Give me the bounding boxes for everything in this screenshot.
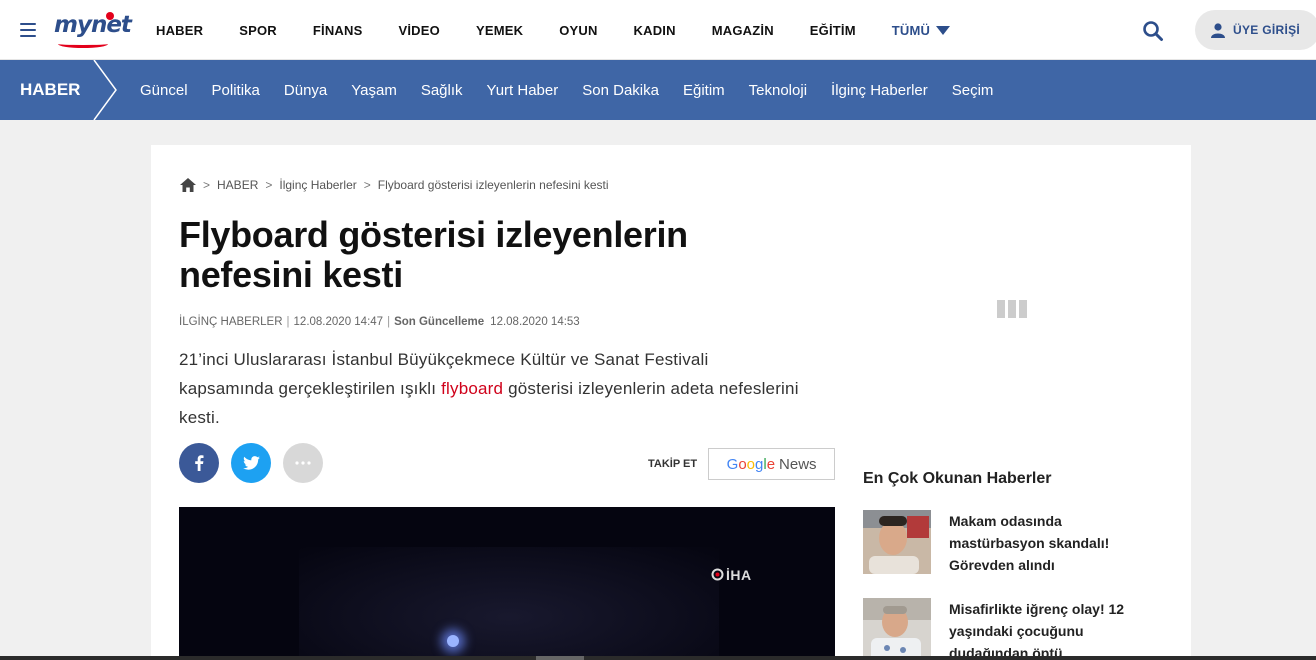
article-category[interactable]: İLGİNÇ HABERLER bbox=[179, 316, 283, 328]
section-links: Güncel Politika Dünya Yaşam Sağlık Yurt … bbox=[128, 60, 1005, 120]
twitter-icon bbox=[242, 456, 260, 470]
summary-keyword-link[interactable]: flyboard bbox=[441, 379, 503, 398]
facebook-share-button[interactable] bbox=[179, 443, 219, 483]
most-read-title: Misafirlikte iğrenç olay! 12 yaşındaki ç… bbox=[949, 601, 1125, 660]
meta-divider: | bbox=[286, 316, 290, 328]
breadcrumb-separator: > bbox=[203, 178, 211, 192]
section-chevron-icon bbox=[93, 60, 117, 120]
loader-bar bbox=[1008, 300, 1016, 318]
topnav-more-button[interactable]: TÜMÜ bbox=[891, 22, 951, 38]
follow-box: TAKİP ET Google News bbox=[648, 448, 836, 480]
most-read-panel: En Çok Okunan Haberler Makam odasında ma… bbox=[863, 470, 1173, 660]
search-icon[interactable] bbox=[1142, 20, 1164, 42]
iha-watermark: İHA bbox=[711, 567, 752, 583]
section-link-yasam[interactable]: Yaşam bbox=[351, 82, 397, 99]
updated-label: Son Güncelleme bbox=[394, 316, 485, 328]
google-news-label: News bbox=[779, 455, 817, 473]
article-title-line2: nefesini kesti bbox=[179, 254, 403, 295]
article-title: Flyboard gösterisi izleyenlerin nefesini… bbox=[179, 215, 779, 295]
top-bar: mynet HABER SPOR FİNANS VİDEO YEMEK OYUN… bbox=[0, 0, 1316, 60]
video-player[interactable]: İHA bbox=[179, 507, 835, 660]
section-link-ilginc-haberler[interactable]: İlginç Haberler bbox=[831, 82, 928, 99]
loader-bar bbox=[997, 300, 1005, 318]
home-icon[interactable] bbox=[180, 178, 196, 192]
most-read-title: Makam odasında mastürbasyon skandalı! Gö… bbox=[949, 513, 1110, 573]
most-read-item[interactable]: Makam odasında mastürbasyon skandalı! Gö… bbox=[863, 510, 1173, 576]
ad-loading-indicator bbox=[997, 300, 1030, 318]
more-dots-icon bbox=[295, 461, 311, 465]
section-link-son-dakika[interactable]: Son Dakika bbox=[582, 82, 659, 99]
section-link-guncel[interactable]: Güncel bbox=[140, 82, 188, 99]
topnav-item-oyun[interactable]: OYUN bbox=[559, 23, 597, 38]
topnav-item-spor[interactable]: SPOR bbox=[239, 23, 277, 38]
login-label: ÜYE GİRİŞİ bbox=[1233, 23, 1301, 37]
topnav-item-kadin[interactable]: KADIN bbox=[634, 23, 676, 38]
caret-down-icon bbox=[936, 25, 951, 35]
most-read-heading: En Çok Okunan Haberler bbox=[863, 470, 1052, 487]
google-letter: g bbox=[755, 455, 764, 473]
logo-dot bbox=[106, 12, 114, 20]
section-nav: HABER Güncel Politika Dünya Yaşam Sağlık… bbox=[0, 60, 1316, 120]
google-news-button[interactable]: Google News bbox=[708, 448, 836, 480]
breadcrumb-haber[interactable]: HABER bbox=[217, 178, 258, 192]
facebook-icon bbox=[195, 455, 204, 471]
article-title-line1: Flyboard gösterisi izleyenlerin bbox=[179, 214, 688, 255]
breadcrumb-separator: > bbox=[363, 178, 371, 192]
section-link-dunya[interactable]: Dünya bbox=[284, 82, 327, 99]
section-link-politika[interactable]: Politika bbox=[212, 82, 260, 99]
most-read-thumbnail bbox=[863, 510, 931, 574]
section-link-saglik[interactable]: Sağlık bbox=[421, 82, 463, 99]
article-updated: 12.08.2020 14:53 bbox=[490, 316, 580, 328]
logo-swoosh bbox=[58, 40, 108, 48]
article-summary: 21’inci Uluslararası İstanbul Büyükçekme… bbox=[179, 345, 799, 432]
topnav-item-egitim[interactable]: EĞİTİM bbox=[810, 23, 856, 38]
mynet-logo[interactable]: mynet bbox=[54, 10, 132, 50]
topnav-item-magazin[interactable]: MAGAZİN bbox=[712, 23, 774, 38]
loader-bar bbox=[1019, 300, 1027, 318]
most-read-thumbnail bbox=[863, 598, 931, 660]
section-link-egitim[interactable]: Eğitim bbox=[683, 82, 725, 99]
iha-watermark-text: İHA bbox=[726, 567, 752, 583]
breadcrumb: > HABER > İlginç Haberler > Flyboard gös… bbox=[180, 178, 609, 192]
more-share-button[interactable] bbox=[283, 443, 323, 483]
most-read-item[interactable]: Misafirlikte iğrenç olay! 12 yaşındaki ç… bbox=[863, 598, 1173, 660]
google-letter: G bbox=[726, 455, 739, 473]
top-nav: HABER SPOR FİNANS VİDEO YEMEK OYUN KADIN… bbox=[138, 0, 968, 60]
section-link-secim[interactable]: Seçim bbox=[952, 82, 994, 99]
menu-icon[interactable] bbox=[20, 23, 36, 37]
google-letter: o bbox=[746, 455, 756, 473]
section-link-yurt-haber[interactable]: Yurt Haber bbox=[487, 82, 559, 99]
topnav-item-haber[interactable]: HABER bbox=[156, 23, 203, 38]
video-light-spot bbox=[447, 635, 459, 647]
user-icon bbox=[1211, 22, 1225, 38]
breadcrumb-ilginc-haberler[interactable]: İlginç Haberler bbox=[279, 178, 356, 192]
logo-text: mynet bbox=[54, 12, 132, 38]
section-link-teknoloji[interactable]: Teknoloji bbox=[749, 82, 807, 99]
twitter-share-button[interactable] bbox=[231, 443, 271, 483]
share-buttons bbox=[179, 443, 335, 483]
article-meta: İLGİNÇ HABERLER | 12.08.2020 14:47 | Son… bbox=[179, 316, 580, 328]
topnav-more-label: TÜMÜ bbox=[891, 22, 931, 38]
google-letter: e bbox=[766, 455, 776, 473]
google-letter: o bbox=[738, 455, 747, 473]
article-published: 12.08.2020 14:47 bbox=[293, 316, 384, 328]
horizontal-scrollbar[interactable] bbox=[0, 656, 1316, 660]
iha-logo-icon bbox=[711, 568, 724, 581]
video-frame-haze bbox=[299, 547, 719, 660]
breadcrumb-current[interactable]: Flyboard gösterisi izleyenlerin nefesini… bbox=[378, 178, 609, 192]
breadcrumb-separator: > bbox=[265, 178, 273, 192]
topnav-item-finans[interactable]: FİNANS bbox=[313, 23, 363, 38]
article-card: > HABER > İlginç Haberler > Flyboard gös… bbox=[151, 145, 1191, 660]
topnav-item-video[interactable]: VİDEO bbox=[398, 23, 439, 38]
section-title[interactable]: HABER bbox=[0, 60, 100, 120]
scrollbar-thumb[interactable] bbox=[536, 656, 584, 660]
login-button[interactable]: ÜYE GİRİŞİ bbox=[1195, 10, 1316, 50]
follow-label: TAKİP ET bbox=[648, 458, 698, 470]
topnav-item-yemek[interactable]: YEMEK bbox=[476, 23, 523, 38]
meta-divider: | bbox=[387, 316, 391, 328]
